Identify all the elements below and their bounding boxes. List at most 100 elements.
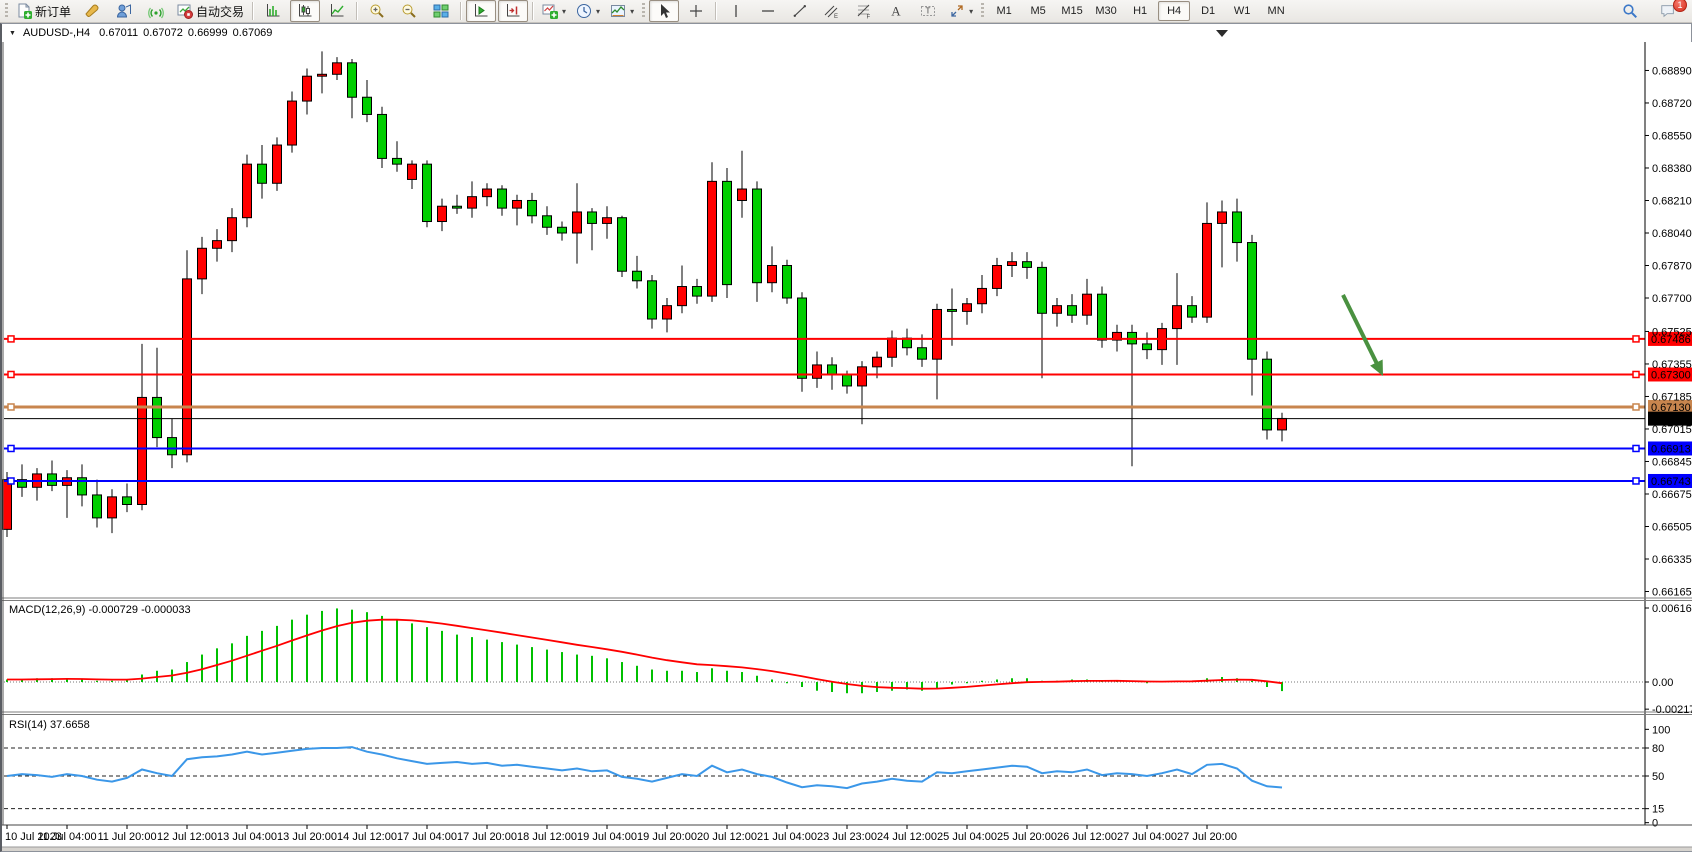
indicators-icon [542,3,558,19]
crosshair-icon [688,3,704,19]
svg-text:25 Jul 20:00: 25 Jul 20:00 [997,831,1057,843]
chart-shift-button[interactable] [498,0,528,22]
auto-scroll-button[interactable] [466,0,496,22]
templates-icon [610,3,626,19]
new-order-icon [16,3,32,19]
svg-text:11 Jul 04:00: 11 Jul 04:00 [37,831,96,843]
vertical-line-button[interactable] [721,0,751,22]
svg-text:19 Jul 20:00: 19 Jul 20:00 [637,831,697,843]
chart-menu-icon[interactable]: ▼ [9,30,16,37]
chart-bars-icon [265,3,281,19]
svg-text:17 Jul 04:00: 17 Jul 04:00 [397,831,457,843]
candlestick-chart-button[interactable] [290,0,320,22]
bar-chart-button[interactable] [258,0,288,22]
text-a-icon: A [888,3,904,19]
autotrading-button[interactable]: 自动交易 [173,0,248,22]
mql5-community-button[interactable] [109,0,139,22]
svg-text:0.67700: 0.67700 [1652,293,1692,305]
search-button[interactable] [1615,0,1645,22]
svg-text:100: 100 [1652,724,1670,736]
ohlc-low: 0.66999 [188,27,228,39]
tile-icon [433,3,449,19]
svg-text:27 Jul 20:00: 27 Jul 20:00 [1177,831,1237,843]
tile-windows-button[interactable] [426,0,456,22]
toolbar-drag-handle[interactable] [642,3,645,19]
chart-canvas[interactable]: 0.674860.673000.671300.670690.669130.667… [2,42,1692,851]
chevron-down-icon[interactable]: ▾ [562,7,566,16]
mql5-icon [116,3,132,19]
text-button[interactable]: A [881,0,911,22]
timeframe-m30-button[interactable]: M30 [1090,1,1122,21]
toolbar-right: 1 [1614,0,1684,22]
svg-text:0.68550: 0.68550 [1652,130,1692,142]
toolbar: 新订单 自动交易 ▾ ▾ ▾ E F AT ▾ M1M5M15M30H1H4D1W1MN 1 [0,0,1692,23]
line-chart-button[interactable] [322,0,352,22]
zoom-in-icon [369,3,385,19]
timeframe-h1-button[interactable]: H1 [1124,1,1156,21]
auto-scroll-icon [473,3,489,19]
chevron-down-icon[interactable]: ▾ [969,7,973,16]
chart-background [2,42,1692,851]
svg-text:0.66335: 0.66335 [1652,554,1692,566]
fibonacci-button[interactable]: F [849,0,879,22]
equidistant-channel-button[interactable]: E [817,0,847,22]
chart-shift-marker[interactable] [1216,30,1228,37]
periods-button[interactable]: ▾ [572,0,604,22]
svg-text:17 Jul 20:00: 17 Jul 20:00 [457,831,517,843]
horizontal-line-button[interactable] [753,0,783,22]
timeframe-m1-button[interactable]: M1 [988,1,1020,21]
svg-text:14 Jul 12:00: 14 Jul 12:00 [337,831,397,843]
new-order-button[interactable]: 新订单 [12,0,75,22]
templates-button[interactable]: ▾ [606,0,638,22]
notification-badge: 1 [1673,0,1687,12]
svg-text:20 Jul 12:00: 20 Jul 12:00 [697,831,757,843]
svg-text:0.69060: 0.69060 [1652,42,1692,45]
timeframe-w1-button[interactable]: W1 [1226,1,1258,21]
svg-text:0.67525: 0.67525 [1652,326,1692,338]
svg-text:0.006162: 0.006162 [1652,603,1692,615]
signals-button[interactable] [141,0,171,22]
chevron-down-icon[interactable]: ▾ [596,7,600,16]
trendline-button[interactable] [785,0,815,22]
toolbar-drag-handle[interactable] [5,3,8,19]
cursor-button[interactable] [649,0,679,22]
timeframe-h4-button[interactable]: H4 [1158,1,1190,21]
svg-text:21 Jul 04:00: 21 Jul 04:00 [757,831,817,843]
svg-text:0.68720: 0.68720 [1652,98,1692,110]
ohlc-close: 0.67069 [233,27,273,39]
timeframe-m5-button[interactable]: M5 [1022,1,1054,21]
text-label-button[interactable]: T [913,0,943,22]
svg-text:12 Jul 12:00: 12 Jul 12:00 [157,831,217,843]
svg-text:26 Jul 12:00: 26 Jul 12:00 [1057,831,1117,843]
svg-text:E: E [834,14,838,19]
toolbar-drag-handle[interactable] [981,3,984,19]
svg-text:0.67870: 0.67870 [1652,260,1692,272]
toolbar-separator [532,2,534,20]
timeframe-m15-button[interactable]: M15 [1056,1,1088,21]
svg-text:F: F [867,15,871,20]
svg-text:0.66675: 0.66675 [1652,489,1692,501]
svg-text:23 Jul 23:00: 23 Jul 23:00 [817,831,877,843]
indicators-button[interactable]: ▾ [538,0,570,22]
timeframe-mn-button[interactable]: MN [1260,1,1292,21]
svg-text:0.66505: 0.66505 [1652,521,1692,533]
svg-text:A: A [891,4,901,19]
svg-text:0.66165: 0.66165 [1652,586,1692,598]
zoom-out-icon [401,3,417,19]
crosshair-button[interactable] [681,0,711,22]
svg-text:18 Jul 12:00: 18 Jul 12:00 [517,831,577,843]
ohlc-open: 0.67011 [99,27,138,39]
zoom-in-button[interactable] [362,0,392,22]
chart-line-icon [329,3,345,19]
toolbar-separator [715,2,717,20]
arrows-button[interactable]: ▾ [945,0,977,22]
zoom-out-button[interactable] [394,0,424,22]
chevron-down-icon[interactable]: ▾ [630,7,634,16]
timeframe-d1-button[interactable]: D1 [1192,1,1224,21]
gold-brush-icon [84,3,100,19]
styler-button[interactable] [77,0,107,22]
notifications-button[interactable]: 1 [1653,0,1683,22]
svg-text:0.66845: 0.66845 [1652,456,1692,468]
svg-text:MACD(12,26,9) -0.000729 -0.000: MACD(12,26,9) -0.000729 -0.000033 [9,604,191,616]
new-order-button-label: 新订单 [35,3,71,20]
